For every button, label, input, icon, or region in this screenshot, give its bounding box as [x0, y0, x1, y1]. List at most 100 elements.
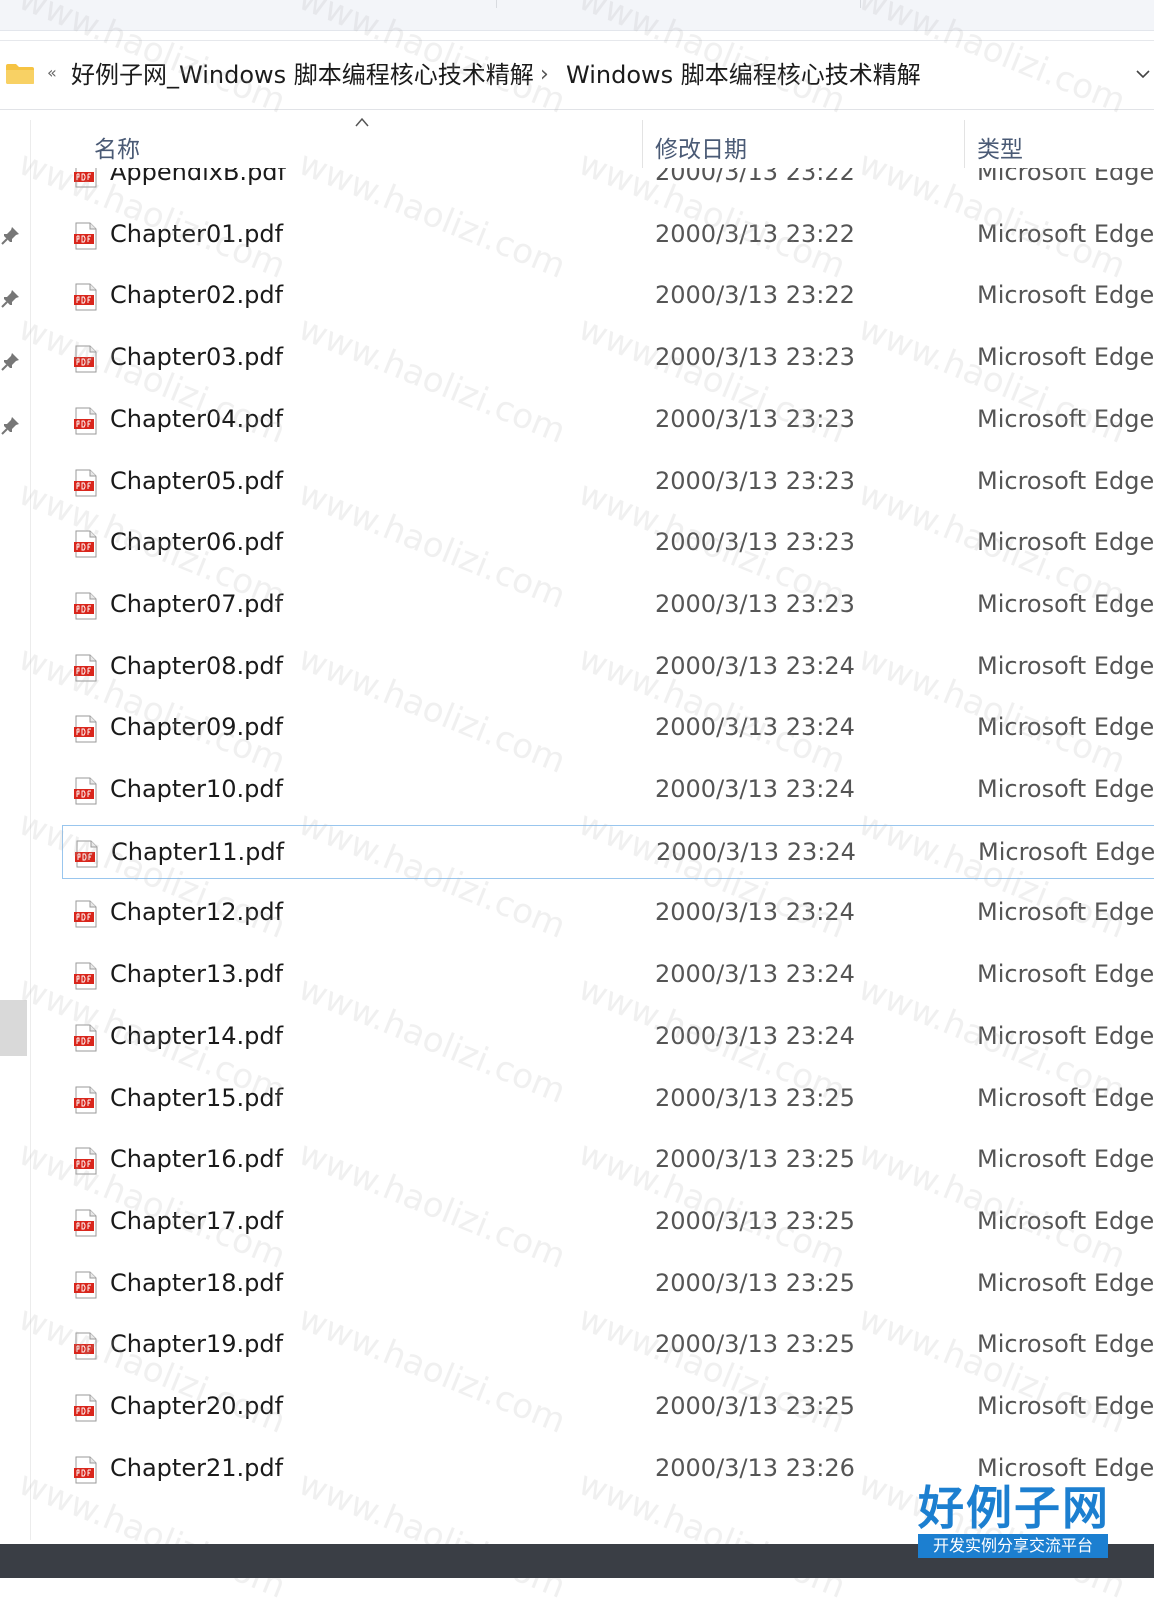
file-name: Chapter17.pdf — [110, 1206, 284, 1235]
logo-subtitle: 开发实例分享交流平台 — [918, 1534, 1108, 1558]
file-type: Microsoft Edge — [977, 1392, 1154, 1420]
file-name: Chapter08.pdf — [110, 651, 284, 680]
file-modified-date: 2000/3/13 23:24 — [656, 837, 856, 866]
breadcrumb-separator-icon[interactable]: › — [540, 61, 549, 89]
file-type: Microsoft Edge — [977, 1268, 1154, 1297]
pdf-icon — [74, 592, 97, 620]
file-row[interactable]: Chapter13.pdf 2000/3/13 23:24 Microsoft Ed… — [62, 948, 1154, 1002]
file-modified-date: 2000/3/13 23:22 — [655, 281, 855, 310]
file-name: Chapter18.pdf — [110, 1268, 284, 1297]
file-type: Microsoft Edge — [977, 775, 1154, 803]
file-row[interactable]: Chapter15.pdf 2000/3/13 23:25 Microsoft Ed… — [62, 1072, 1154, 1126]
breadcrumb-item-parent[interactable]: 好例子网_Windows 脚本编程核心技术精解 — [71, 59, 534, 91]
file-row[interactable]: Chapter07.pdf 2000/3/13 23:23 Microsoft Ed… — [62, 578, 1154, 632]
file-modified-date: 2000/3/13 23:24 — [655, 713, 855, 742]
file-modified-date: 2000/3/13 23:25 — [655, 1330, 855, 1359]
file-type: Microsoft Edge — [977, 404, 1154, 433]
file-modified-date: 2000/3/13 23:25 — [655, 1145, 855, 1174]
file-name: AppendixB.pdf — [110, 168, 286, 186]
file-modified-date: 2000/3/13 23:22 — [655, 219, 855, 248]
file-row[interactable]: Chapter01.pdf 2000/3/13 23:22 Microsoft Ed… — [62, 208, 1154, 262]
file-type: Microsoft Edge — [978, 837, 1154, 866]
pdf-icon — [74, 283, 97, 311]
column-header-date[interactable]: 修改日期 — [655, 130, 747, 164]
file-name: Chapter07.pdf — [110, 589, 284, 618]
pdf-icon — [74, 168, 97, 188]
file-row[interactable]: Chapter08.pdf 2000/3/13 23:24 Microsoft Ed… — [62, 640, 1154, 694]
file-modified-date: 2000/3/13 23:25 — [655, 1083, 855, 1112]
file-name: Chapter05.pdf — [110, 466, 284, 495]
file-row[interactable]: Chapter16.pdf 2000/3/13 23:25 Microsoft Ed… — [62, 1133, 1154, 1187]
file-name: Chapter20.pdf — [110, 1392, 284, 1420]
file-name: Chapter09.pdf — [110, 713, 284, 742]
file-type: Microsoft Edge — [977, 219, 1154, 248]
sort-ascending-icon — [355, 117, 369, 127]
column-resize-handle[interactable] — [642, 120, 643, 168]
file-list[interactable]: AppendixB.pdf 2000/3/13 23:22 Microsoft Ed… — [0, 168, 1154, 1540]
file-modified-date: 2000/3/13 23:25 — [655, 1268, 855, 1297]
file-type: Microsoft Edge — [977, 1145, 1154, 1174]
pdf-icon — [74, 715, 97, 743]
pdf-icon — [74, 1147, 97, 1175]
address-bar[interactable]: « 好例子网_Windows 脚本编程核心技术精解 › Windows 脚本编程… — [0, 40, 1154, 110]
file-row[interactable]: Chapter18.pdf 2000/3/13 23:25 Microsoft Ed… — [62, 1257, 1154, 1311]
file-modified-date: 2000/3/13 23:24 — [655, 1021, 855, 1050]
file-type: Microsoft Edge — [977, 1453, 1154, 1482]
chevron-down-icon[interactable] — [1134, 65, 1152, 83]
file-modified-date: 2000/3/13 23:25 — [655, 1392, 855, 1420]
file-row[interactable]: Chapter06.pdf 2000/3/13 23:23 Microsoft Ed… — [62, 516, 1154, 570]
pdf-icon — [74, 1456, 97, 1484]
pdf-icon — [74, 345, 97, 373]
file-row[interactable]: AppendixB.pdf 2000/3/13 23:22 Microsoft Ed… — [62, 168, 1154, 200]
pdf-icon — [74, 530, 97, 558]
pdf-icon — [74, 1332, 97, 1360]
file-row[interactable]: Chapter10.pdf 2000/3/13 23:24 Microsoft Ed… — [62, 763, 1154, 817]
file-type: Microsoft Edge — [977, 281, 1154, 310]
file-name: Chapter06.pdf — [110, 528, 284, 557]
file-row[interactable]: Chapter14.pdf 2000/3/13 23:24 Microsoft Ed… — [62, 1010, 1154, 1064]
pdf-icon — [74, 777, 97, 805]
pdf-icon — [74, 654, 97, 682]
file-row[interactable]: Chapter11.pdf 2000/3/13 23:24 Microsoft Ed… — [62, 824, 1154, 879]
breadcrumb-overflow-icon[interactable]: « — [47, 63, 57, 82]
strip-divider — [860, 0, 861, 8]
file-modified-date: 2000/3/13 23:23 — [655, 466, 855, 495]
file-modified-date: 2000/3/13 23:24 — [655, 960, 855, 989]
file-row[interactable]: Chapter19.pdf 2000/3/13 23:25 Microsoft Ed… — [62, 1318, 1154, 1372]
file-row[interactable]: Chapter20.pdf 2000/3/13 23:25 Microsoft Ed… — [62, 1380, 1154, 1434]
file-row[interactable]: Chapter05.pdf 2000/3/13 23:23 Microsoft Ed… — [62, 455, 1154, 509]
pdf-icon — [74, 1024, 97, 1052]
file-name: Chapter16.pdf — [110, 1145, 284, 1174]
file-type: Microsoft Edge — [977, 466, 1154, 495]
file-modified-date: 2000/3/13 23:25 — [655, 1206, 855, 1235]
column-header-name[interactable]: 名称 — [94, 130, 140, 164]
file-modified-date: 2000/3/13 23:24 — [655, 775, 855, 803]
title-strip — [0, 0, 1154, 31]
file-name: Chapter10.pdf — [110, 775, 284, 803]
file-type: Microsoft Edge — [977, 713, 1154, 742]
file-row[interactable]: Chapter17.pdf 2000/3/13 23:25 Microsoft Ed… — [62, 1195, 1154, 1249]
strip-divider — [496, 0, 497, 8]
file-row[interactable]: Chapter04.pdf 2000/3/13 23:23 Microsoft Ed… — [62, 393, 1154, 447]
pdf-icon — [74, 1394, 97, 1422]
file-name: Chapter01.pdf — [110, 219, 284, 248]
column-header-row: 名称 修改日期 类型 — [32, 110, 1154, 168]
file-row[interactable]: Chapter09.pdf 2000/3/13 23:24 Microsoft Ed… — [62, 701, 1154, 755]
file-type: Microsoft Edge — [977, 168, 1154, 186]
pdf-icon — [75, 840, 98, 868]
logo-title: 好例子网 — [918, 1481, 1110, 1535]
file-row[interactable]: Chapter02.pdf 2000/3/13 23:22 Microsoft Ed… — [62, 269, 1154, 323]
file-name: Chapter03.pdf — [110, 343, 284, 372]
file-type: Microsoft Edge — [977, 1330, 1154, 1359]
folder-icon — [6, 64, 34, 84]
file-type: Microsoft Edge — [977, 960, 1154, 989]
file-name: Chapter21.pdf — [110, 1453, 284, 1482]
file-row[interactable]: Chapter12.pdf 2000/3/13 23:24 Microsoft Ed… — [62, 886, 1154, 940]
file-modified-date: 2000/3/13 23:24 — [655, 898, 855, 927]
column-resize-handle[interactable] — [964, 120, 965, 168]
pdf-icon — [74, 1209, 97, 1237]
file-name: Chapter13.pdf — [110, 960, 284, 989]
file-row[interactable]: Chapter03.pdf 2000/3/13 23:23 Microsoft Ed… — [62, 331, 1154, 385]
column-header-type[interactable]: 类型 — [977, 130, 1023, 164]
breadcrumb-item-current[interactable]: Windows 脚本编程核心技术精解 — [566, 59, 921, 91]
